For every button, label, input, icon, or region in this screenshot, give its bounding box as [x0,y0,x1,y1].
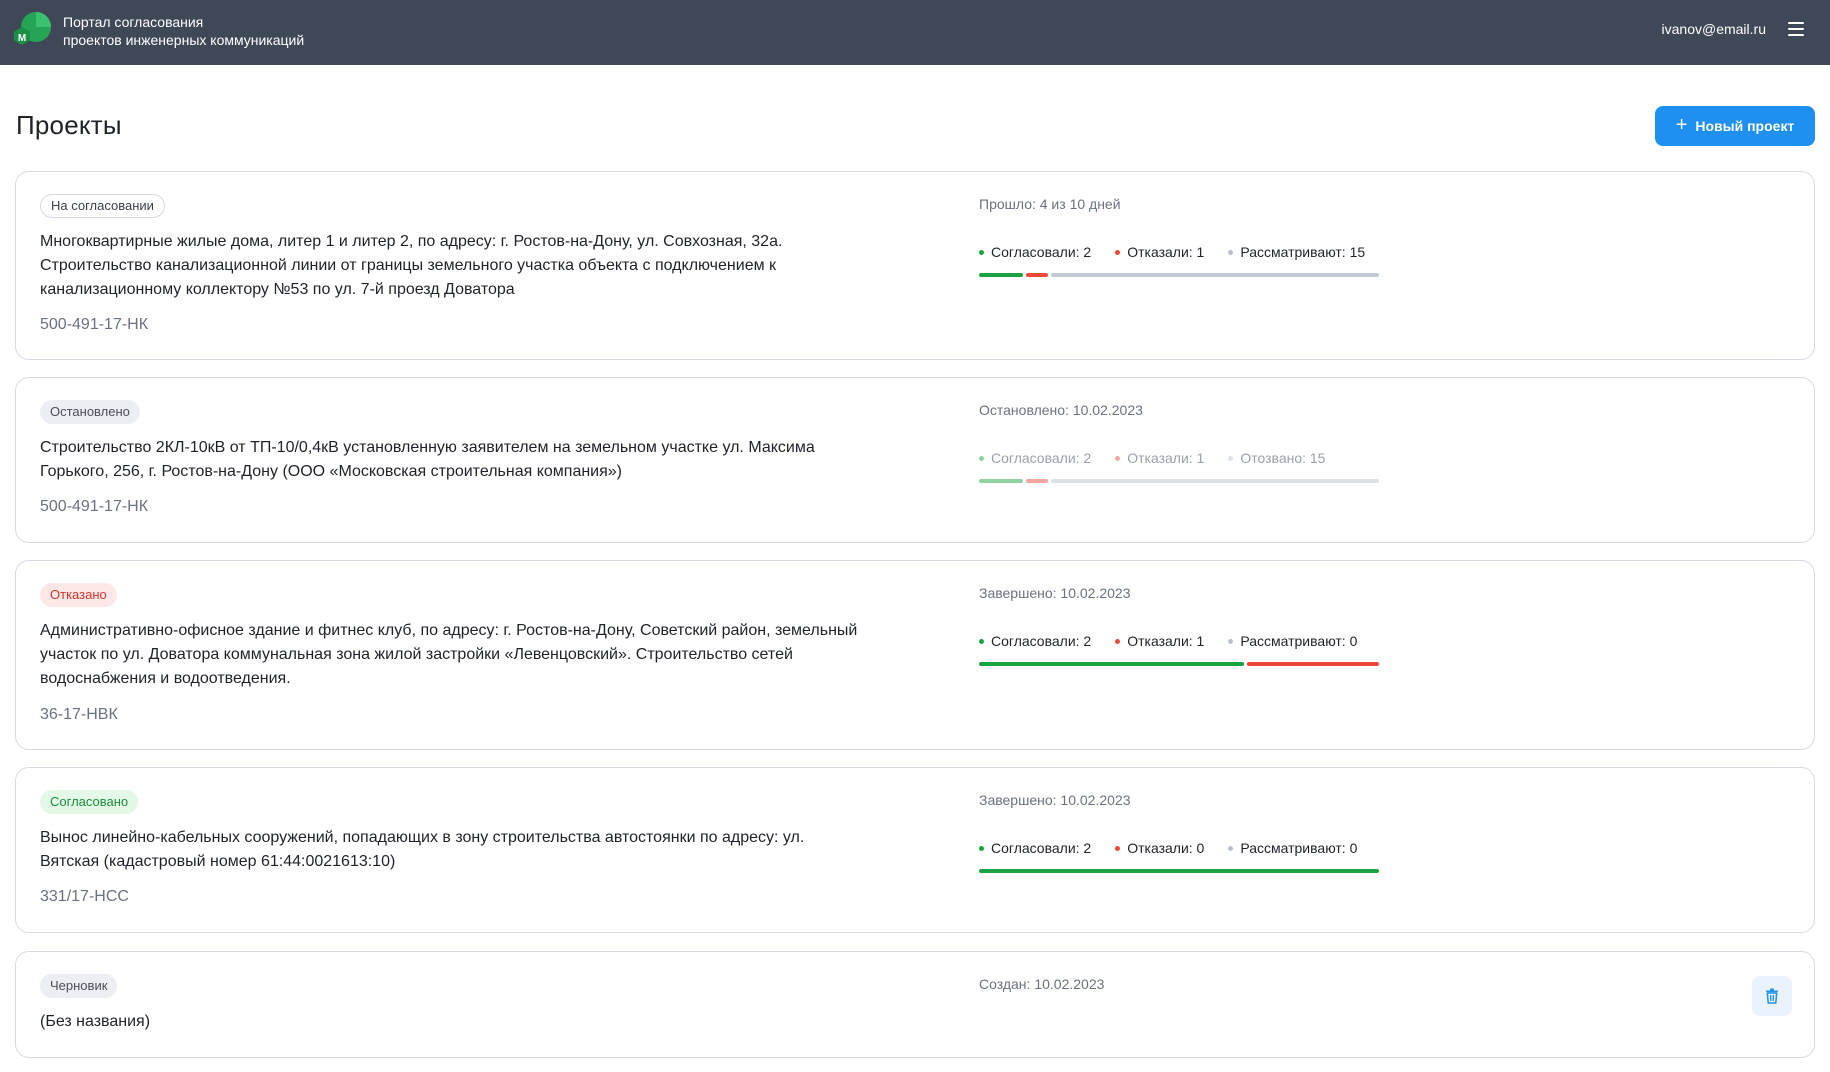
green-dot-icon [979,455,984,461]
stat-pending: Рассматривают: 15 [1228,244,1365,260]
grey-dot-icon [1228,638,1234,644]
stat-pending-text: Рассматривают: 0 [1240,840,1358,856]
stat-approved: Согласовали: 2 [979,633,1091,649]
progress-segment-approved [979,479,1023,483]
stat-approved: Согласовали: 2 [979,244,1091,260]
red-dot-icon [1115,638,1121,644]
project-description: Административно-офисное здание и фитнес … [40,622,858,687]
project-description: (Без названия) [40,1013,151,1030]
stat-rejected-text: Отказали: 0 [1127,840,1205,856]
stat-withdrawn: Отозвано: 15 [1228,450,1325,466]
progress-segment-pending [1050,273,1379,277]
project-info: Завершено: 10.02.2023 [979,792,1131,808]
stat-approved-text: Согласовали: 2 [991,840,1092,856]
user-email[interactable]: ivanov@email.ru [1662,21,1766,37]
project-description: Строительство 2КЛ-10кВ от ТП-10/0,4кВ ус… [40,439,815,480]
red-dot-icon [1115,455,1121,461]
progress-segment-pending [1050,479,1379,483]
status-badge: На согласовании [40,194,165,218]
grey-dot-icon [1228,249,1234,255]
approval-stats: Согласовали: 2 Отказали: 0 Рассматривают… [979,840,1357,856]
project-card[interactable]: На согласовании Многоквартирные жилые до… [15,171,1815,360]
project-card[interactable]: Отказано Административно-офисное здание … [15,560,1815,750]
project-info: Прошло: 4 из 10 дней [979,196,1121,212]
progress-segment-rejected [1025,273,1048,277]
trash-icon [1766,988,1778,1004]
new-project-button[interactable]: + Новый проект [1655,106,1815,146]
progress-bar [979,479,1379,483]
project-description: Вынос линейно-кабельных сооружений, попа… [40,829,805,870]
project-info: Завершено: 10.02.2023 [979,585,1131,601]
stat-rejected-text: Отказали: 1 [1127,244,1205,260]
progress-segment-approved [979,662,1244,666]
approval-stats: Согласовали: 2 Отказали: 1 Рассматривают… [979,244,1365,260]
project-info: Остановлено: 10.02.2023 [979,402,1143,418]
grey-dot-icon [1228,845,1234,851]
stat-pending: Рассматривают: 0 [1228,840,1357,856]
project-info: Создан: 10.02.2023 [979,976,1105,992]
approval-stats: Согласовали: 2 Отказали: 1 Отозвано: 15 [979,450,1325,466]
portal-title-line1: Портал согласования [63,14,204,30]
status-badge: Отказано [40,583,117,607]
project-description: Многоквартирные жилые дома, литер 1 и ли… [40,233,783,298]
stat-rejected-text: Отказали: 1 [1127,450,1205,466]
stat-approved-text: Согласовали: 2 [991,450,1092,466]
green-dot-icon [979,845,984,851]
project-code: 500-491-17-НК [40,316,149,333]
progress-bar [979,869,1379,873]
progress-bar [979,273,1379,277]
stat-pending-text: Рассматривают: 15 [1240,244,1366,260]
grey-dot-icon [1228,455,1234,461]
plus-icon: + [1675,114,1688,136]
page-title: Проекты [16,110,122,140]
delete-button[interactable] [1752,976,1792,1016]
logo-icon[interactable]: M [14,11,52,49]
project-card[interactable]: Согласовано Вынос линейно-кабельных соор… [15,767,1815,933]
status-badge: Остановлено [40,400,140,424]
stat-withdrawn-text: Отозвано: 15 [1240,450,1326,466]
red-dot-icon [1115,845,1121,851]
project-code: 331/17-НСС [40,888,129,905]
stat-pending-text: Рассматривают: 0 [1240,633,1358,649]
logo-letter: M [18,33,26,44]
stat-approved-text: Согласовали: 2 [991,244,1092,260]
top-bar: M Портал согласования проектов инженерны… [0,0,1830,65]
stat-rejected-text: Отказали: 1 [1127,633,1205,649]
green-dot-icon [979,638,984,644]
red-dot-icon [1115,249,1121,255]
portal-title: Портал согласования проектов инженерных … [63,13,304,49]
progress-segment-rejected [1025,479,1048,483]
new-project-label: Новый проект [1695,118,1795,134]
progress-segment-approved [979,273,1023,277]
project-code: 36-17-НВК [40,706,118,723]
stat-approved: Согласовали: 2 [979,450,1091,466]
stat-rejected: Отказали: 0 [1115,840,1204,856]
portal-title-line2: проектов инженерных коммуникаций [63,32,305,48]
stat-approved-text: Согласовали: 2 [991,633,1092,649]
approval-stats: Согласовали: 2 Отказали: 1 Рассматривают… [979,633,1357,649]
hamburger-menu-icon[interactable] [1788,22,1804,36]
progress-bar [979,662,1379,666]
green-dot-icon [979,249,984,255]
stat-rejected: Отказали: 1 [1115,633,1204,649]
stat-approved: Согласовали: 2 [979,840,1091,856]
status-badge: Согласовано [40,790,139,814]
stat-rejected: Отказали: 1 [1115,244,1204,260]
project-card[interactable]: Черновик (Без названия) Создан: 10.02.20… [15,951,1815,1058]
progress-segment-rejected [1246,662,1379,666]
status-badge: Черновик [40,974,118,998]
stat-rejected: Отказали: 1 [1115,450,1204,466]
stat-pending: Рассматривают: 0 [1228,633,1357,649]
progress-segment-approved [979,869,1379,873]
project-code: 500-491-17-НК [40,498,149,515]
project-card[interactable]: Остановлено Строительство 2КЛ-10кВ от ТП… [15,377,1815,543]
